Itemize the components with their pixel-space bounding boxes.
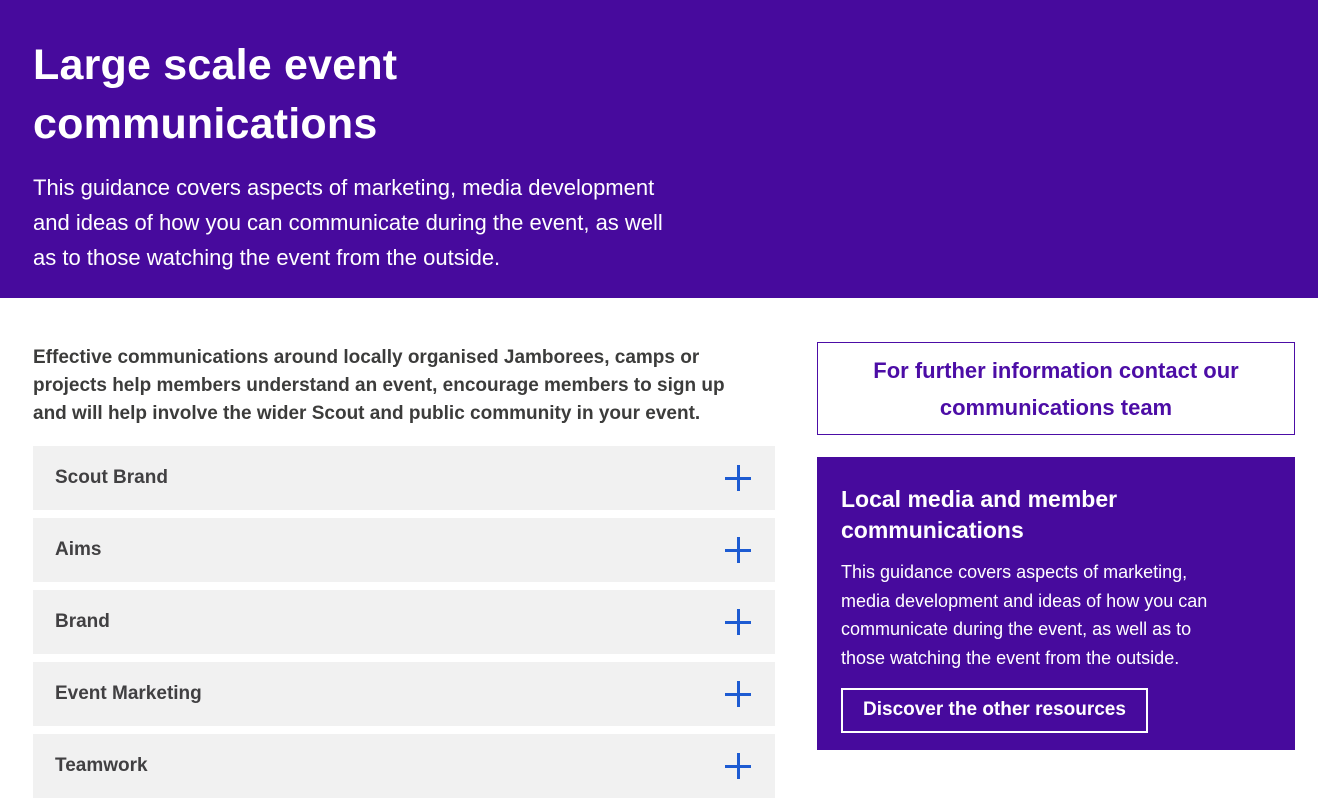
discover-resources-button[interactable]: Discover the other resources: [841, 688, 1148, 733]
accordion-item-scout-brand[interactable]: Scout Brand: [33, 446, 775, 510]
main-content: Effective communications around locally …: [33, 344, 775, 806]
accordion-item-label: Event Marketing: [55, 683, 202, 705]
accordion-item-label: Aims: [55, 539, 101, 561]
accordion-item-brand[interactable]: Brand: [33, 590, 775, 654]
accordion-item-event-marketing[interactable]: Event Marketing: [33, 662, 775, 726]
page-title: Large scale event communications: [33, 36, 1278, 154]
promo-card-title: Local media and member communications: [841, 484, 1269, 546]
accordion-item-label: Teamwork: [55, 755, 148, 777]
plus-icon[interactable]: [725, 537, 751, 563]
accordion: Scout Brand Aims Brand Event Marketing T…: [33, 446, 775, 798]
promo-card: Local media and member communications Th…: [817, 457, 1295, 750]
sidebar: For further information contact our comm…: [817, 342, 1295, 750]
hero-banner: Large scale event communications This gu…: [0, 0, 1318, 298]
hero-subtitle: This guidance covers aspects of marketin…: [33, 170, 1278, 275]
intro-paragraph: Effective communications around locally …: [33, 344, 775, 428]
plus-icon[interactable]: [725, 681, 751, 707]
page: Large scale event communications This gu…: [0, 0, 1318, 806]
accordion-item-aims[interactable]: Aims: [33, 518, 775, 582]
plus-icon[interactable]: [725, 753, 751, 779]
accordion-item-label: Scout Brand: [55, 467, 168, 489]
plus-icon[interactable]: [725, 609, 751, 635]
accordion-item-teamwork[interactable]: Teamwork: [33, 734, 775, 798]
contact-info-text: For further information contact our comm…: [873, 352, 1238, 426]
accordion-item-label: Brand: [55, 611, 110, 633]
promo-card-body: This guidance covers aspects of marketin…: [841, 558, 1269, 672]
plus-icon[interactable]: [725, 465, 751, 491]
contact-info-box[interactable]: For further information contact our comm…: [817, 342, 1295, 435]
